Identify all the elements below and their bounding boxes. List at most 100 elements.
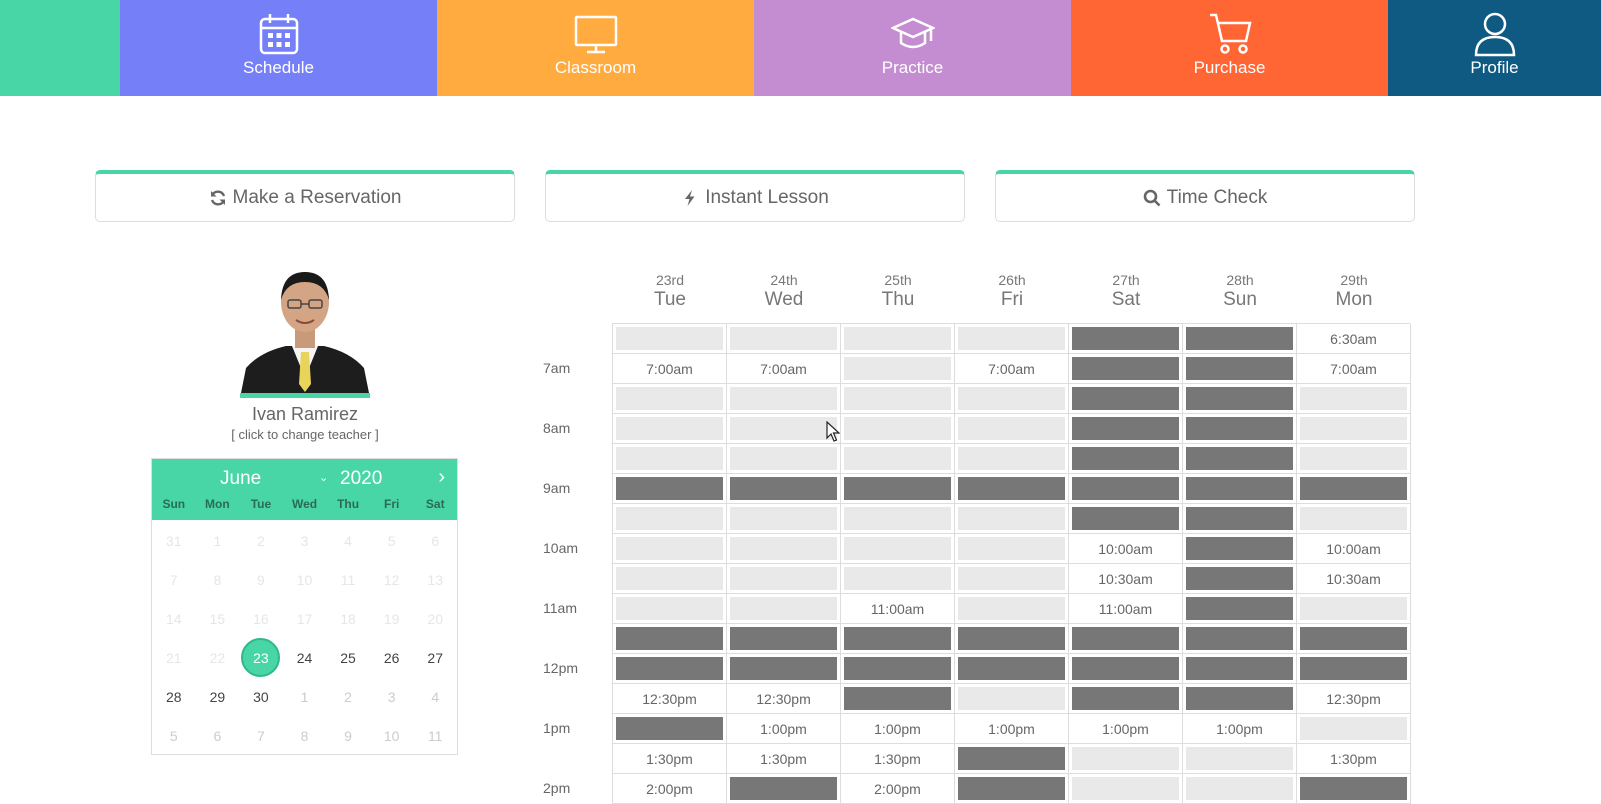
schedule-cell: 12:30pm xyxy=(1297,684,1411,714)
schedule-cell xyxy=(727,624,841,654)
available-slot[interactable]: 7:00am xyxy=(616,357,723,380)
available-slot[interactable]: 1:00pm xyxy=(1072,717,1179,740)
calendar-day[interactable]: 3 xyxy=(283,521,327,560)
instant-lesson-label: Instant Lesson xyxy=(705,186,829,208)
calendar-day[interactable]: 1 xyxy=(196,521,240,560)
available-slot[interactable]: 10:30am xyxy=(1072,567,1179,590)
calendar-day[interactable]: 28 xyxy=(152,677,196,716)
available-slot[interactable]: 10:30am xyxy=(1300,567,1407,590)
schedule-cell: 7:00am xyxy=(613,354,727,384)
schedule-cell xyxy=(1069,744,1183,774)
calendar-day[interactable]: 20 xyxy=(413,599,457,638)
calendar-day[interactable]: 14 xyxy=(152,599,196,638)
calendar-day[interactable]: 9 xyxy=(239,560,283,599)
nav-classroom[interactable]: Classroom xyxy=(437,0,754,96)
available-slot[interactable]: 1:00pm xyxy=(844,717,951,740)
calendar-day[interactable]: 11 xyxy=(413,716,457,755)
calendar-day[interactable]: 4 xyxy=(413,677,457,716)
calendar-day-number: 25 xyxy=(340,649,356,666)
calendar-day[interactable]: 29 xyxy=(196,677,240,716)
calendar-day[interactable]: 2 xyxy=(239,521,283,560)
schedule-cell xyxy=(613,414,727,444)
calendar-day[interactable]: 6 xyxy=(196,716,240,755)
day-date: 26th xyxy=(998,272,1026,288)
available-slot[interactable]: 7:00am xyxy=(1300,357,1407,380)
nav-practice[interactable]: Practice xyxy=(754,0,1071,96)
unavailable-slot xyxy=(730,417,837,440)
booked-slot xyxy=(1186,387,1293,410)
nav-purchase[interactable]: Purchase xyxy=(1071,0,1388,96)
chevron-down-icon[interactable]: ⌄ xyxy=(319,471,328,484)
unavailable-slot xyxy=(1300,417,1407,440)
calendar-day[interactable]: 7 xyxy=(152,560,196,599)
available-slot[interactable]: 10:00am xyxy=(1300,537,1407,560)
calendar-day[interactable]: 31 xyxy=(152,521,196,560)
calendar-day[interactable]: 4 xyxy=(326,521,370,560)
available-slot[interactable]: 1:00pm xyxy=(730,717,837,740)
nav-schedule[interactable]: Schedule xyxy=(120,0,437,96)
calendar-day[interactable]: 24 xyxy=(283,638,327,677)
booked-slot xyxy=(616,477,723,500)
calendar-day[interactable]: 27 xyxy=(413,638,457,677)
nav-profile[interactable]: Profile xyxy=(1388,0,1601,96)
available-slot[interactable]: 12:30pm xyxy=(1300,687,1407,710)
schedule-cell: 12:30pm xyxy=(613,684,727,714)
calendar-day[interactable]: 16 xyxy=(239,599,283,638)
calendar-day[interactable]: 17 xyxy=(283,599,327,638)
available-slot[interactable]: 1:00pm xyxy=(958,717,1065,740)
calendar-day[interactable]: 8 xyxy=(196,560,240,599)
available-slot[interactable]: 1:30pm xyxy=(844,747,951,770)
calendar-day[interactable]: 6 xyxy=(413,521,457,560)
make-reservation-button[interactable]: Make a Reservation xyxy=(95,170,515,222)
calendar-day[interactable]: 5 xyxy=(152,716,196,755)
calendar-day[interactable]: 1 xyxy=(283,677,327,716)
nav-home[interactable] xyxy=(0,0,120,96)
available-slot[interactable]: 2:00pm xyxy=(844,777,951,800)
calendar-day[interactable]: 11 xyxy=(326,560,370,599)
available-slot[interactable]: 6:30am xyxy=(1300,327,1407,350)
calendar-day[interactable]: 18 xyxy=(326,599,370,638)
calendar-day[interactable]: 22 xyxy=(196,638,240,677)
calendar-day[interactable]: 3 xyxy=(370,677,414,716)
time-check-button[interactable]: Time Check xyxy=(995,170,1415,222)
calendar-day[interactable]: 13 xyxy=(413,560,457,599)
calendar-day[interactable]: 10 xyxy=(283,560,327,599)
available-slot[interactable]: 11:00am xyxy=(1072,597,1179,620)
calendar-day[interactable]: 19 xyxy=(370,599,414,638)
available-slot[interactable]: 11:00am xyxy=(844,597,951,620)
available-slot[interactable]: 12:30pm xyxy=(730,687,837,710)
calendar-day[interactable]: 5 xyxy=(370,521,414,560)
change-teacher-link[interactable]: [ click to change teacher ] xyxy=(150,427,460,442)
schedule-cell xyxy=(727,384,841,414)
calendar-day[interactable]: 30 xyxy=(239,677,283,716)
instant-lesson-button[interactable]: Instant Lesson xyxy=(545,170,965,222)
booked-slot xyxy=(1186,447,1293,470)
calendar-day[interactable]: 12 xyxy=(370,560,414,599)
available-slot[interactable]: 2:00pm xyxy=(616,777,723,800)
available-slot[interactable]: 1:30pm xyxy=(1300,747,1407,770)
calendar-month-select[interactable]: June xyxy=(220,468,261,490)
calendar-day[interactable]: 26 xyxy=(370,638,414,677)
calendar-day[interactable]: 21 xyxy=(152,638,196,677)
calendar-day[interactable]: 8 xyxy=(283,716,327,755)
calendar-day-number: 11 xyxy=(340,571,356,588)
calendar-day[interactable]: 10 xyxy=(370,716,414,755)
available-slot[interactable]: 1:30pm xyxy=(616,747,723,770)
calendar-day[interactable]: 15 xyxy=(196,599,240,638)
calendar-day[interactable]: 2 xyxy=(326,677,370,716)
available-slot[interactable]: 1:00pm xyxy=(1186,717,1293,740)
available-slot[interactable]: 7:00am xyxy=(730,357,837,380)
calendar-day[interactable]: 9 xyxy=(326,716,370,755)
available-slot[interactable]: 7:00am xyxy=(958,357,1065,380)
calendar-day-selected[interactable]: 23 xyxy=(239,638,283,677)
calendar-day-number: 17 xyxy=(296,610,313,627)
chevron-right-icon[interactable]: › xyxy=(438,466,445,489)
calendar-day[interactable]: 25 xyxy=(326,638,370,677)
available-slot[interactable]: 12:30pm xyxy=(616,687,723,710)
calendar-day[interactable]: 7 xyxy=(239,716,283,755)
available-slot[interactable]: 1:30pm xyxy=(730,747,837,770)
available-slot[interactable]: 10:00am xyxy=(1072,537,1179,560)
weekday-label: Tue xyxy=(250,497,272,511)
schedule-cell xyxy=(955,624,1069,654)
calendar-year[interactable]: 2020 xyxy=(340,468,382,490)
